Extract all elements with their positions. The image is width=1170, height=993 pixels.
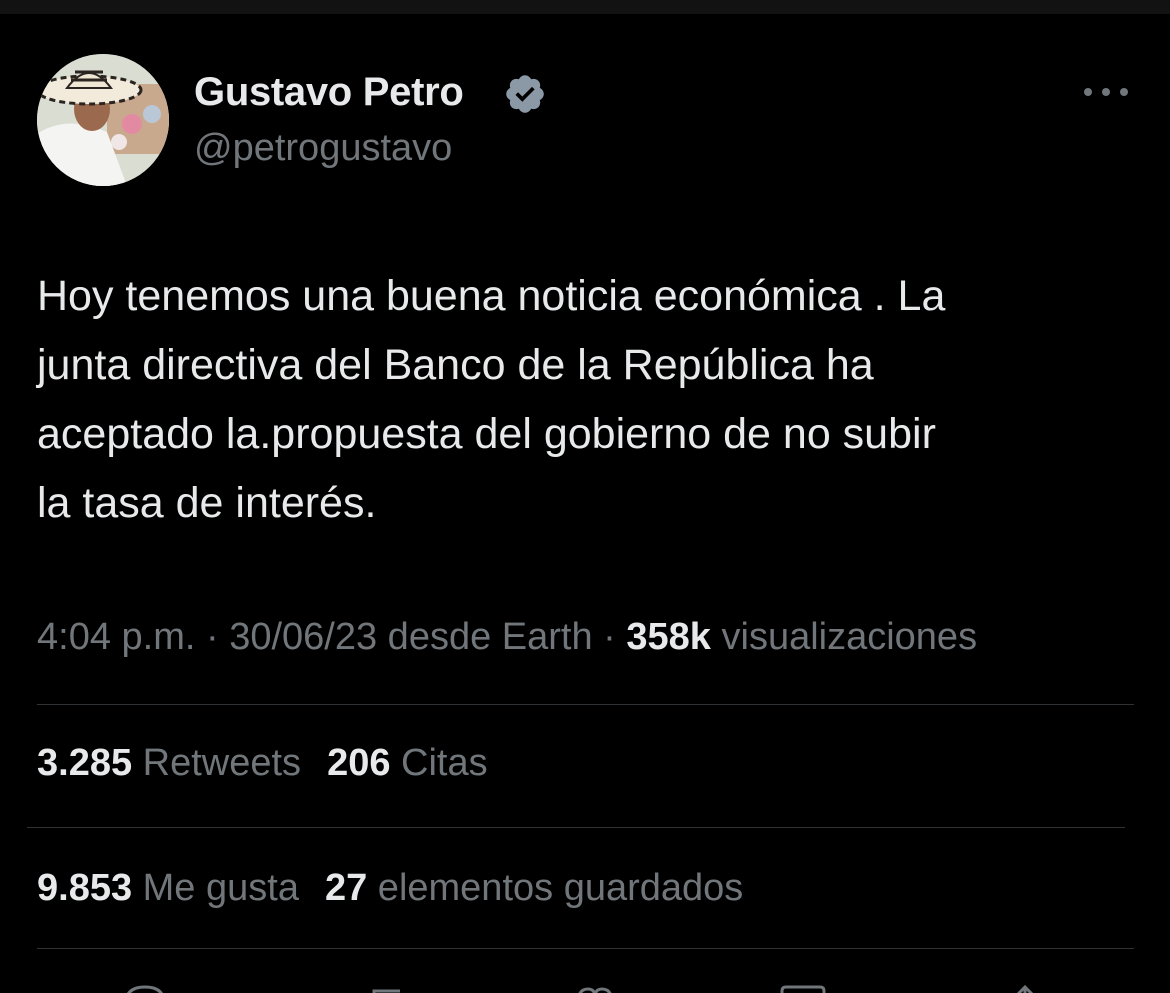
share-icon[interactable] xyxy=(1000,983,1050,993)
stats-row-retweets: 3.285 Retweets 206 Citas xyxy=(37,742,488,785)
quotes-stat[interactable]: 206 Citas xyxy=(327,742,488,784)
likes-count: 9.853 xyxy=(37,867,133,909)
retweets-stat[interactable]: 3.285 Retweets xyxy=(37,742,301,784)
tweet-text-line: aceptado la.propuesta del gobierno de no… xyxy=(37,410,936,458)
reply-icon[interactable] xyxy=(120,983,170,993)
bookmarks-stat[interactable]: 27 elementos guardados xyxy=(325,867,743,909)
status-bar-strip xyxy=(0,0,1170,14)
divider xyxy=(37,704,1134,705)
author-display-name[interactable]: Gustavo Petro xyxy=(194,70,464,115)
tweet-text-line: la tasa de interés. xyxy=(37,479,377,527)
divider xyxy=(37,948,1134,949)
more-options-icon[interactable] xyxy=(1080,80,1132,104)
tweet-text-line: junta directiva del Banco de la Repúblic… xyxy=(37,341,874,389)
author-handle[interactable]: @petrogustavo xyxy=(194,127,452,170)
action-bar xyxy=(0,975,1170,993)
views-count[interactable]: 358k xyxy=(626,616,711,658)
retweet-icon[interactable] xyxy=(370,983,420,993)
tweet-date[interactable]: 30/06/23 xyxy=(229,616,377,658)
avatar-image xyxy=(37,54,169,186)
views-label[interactable]: visualizaciones xyxy=(711,616,977,658)
stats-row-likes: 9.853 Me gusta 27 elementos guardados xyxy=(37,867,743,910)
quotes-label: Citas xyxy=(390,742,488,784)
retweets-count: 3.285 xyxy=(37,742,133,784)
tweet-time[interactable]: 4:04 p.m. xyxy=(37,616,195,658)
tweet-text-line: Hoy tenemos una buena noticia económica … xyxy=(37,272,946,320)
tweet-source: desde Earth xyxy=(377,616,593,658)
meta-separator: · xyxy=(195,616,230,658)
bookmarks-count: 27 xyxy=(324,867,368,909)
likes-stat[interactable]: 9.853 Me gusta xyxy=(37,867,299,909)
likes-label: Me gusta xyxy=(132,867,299,909)
tweet-meta: 4:04 p.m. · 30/06/23 desde Earth · 358k … xyxy=(37,616,977,659)
bookmark-icon[interactable] xyxy=(778,983,828,993)
avatar[interactable] xyxy=(37,54,169,186)
retweets-label: Retweets xyxy=(132,742,302,784)
bookmarks-label: elementos guardados xyxy=(367,867,744,909)
like-icon[interactable] xyxy=(570,983,620,993)
quotes-count: 206 xyxy=(327,742,391,784)
divider xyxy=(27,827,1125,828)
verified-badge-icon[interactable] xyxy=(503,72,547,116)
meta-separator: · xyxy=(592,616,627,658)
tweet-text: Hoy tenemos una buena noticia económica … xyxy=(37,262,1137,538)
